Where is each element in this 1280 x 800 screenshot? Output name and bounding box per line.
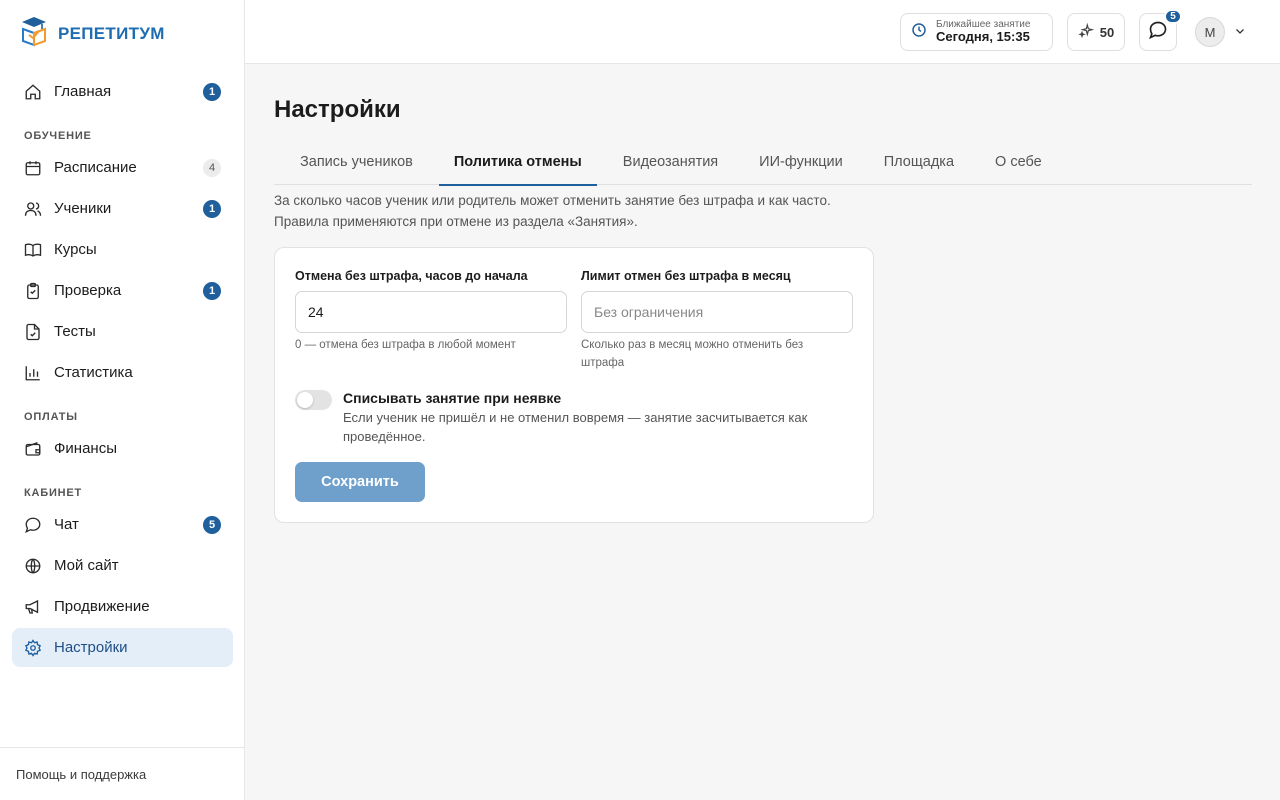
chat-bubble-icon [24,516,42,534]
section-label-cabinet: КАБИНЕТ [24,487,83,499]
logo-text: РЕПЕТИТУМ [58,23,165,43]
count-badge: 4 [203,158,221,177]
book-icon [24,241,42,259]
sidebar-item-site[interactable]: Мой сайт [12,546,233,585]
sidebar-item-courses[interactable]: Курсы [12,230,233,269]
sidebar-item-label: Проверка [54,282,122,299]
tab-about-me[interactable]: О себе [980,138,1057,185]
hours-input[interactable] [295,291,567,333]
sidebar-item-chat[interactable]: Чат 5 [12,505,233,544]
gear-icon [24,638,42,657]
avatar[interactable]: M [1195,17,1225,47]
messages-badge: 5 [1164,9,1182,24]
sidebar-item-finance[interactable]: Финансы [12,429,233,468]
help-support-link[interactable]: Помощь и поддержка [0,747,244,800]
top-bar: Ближайшее занятие Сегодня, 15:35 50 5 M [245,0,1280,64]
save-button[interactable]: Сохранить [295,462,425,502]
sidebar-item-schedule[interactable]: Расписание 4 [12,148,233,187]
section-label-payments: ОПЛАТЫ [24,411,78,423]
sidebar-item-review[interactable]: Проверка 1 [12,271,233,310]
users-icon [24,200,42,218]
sidebar-item-label: Мой сайт [54,557,119,574]
sidebar-item-label: Статистика [54,364,133,381]
next-lesson-time: Сегодня, 15:35 [936,29,1030,45]
limit-hint: Сколько раз в месяц можно отменить без ш… [581,339,804,369]
chat-bubble-icon [1148,20,1168,45]
sparkles-icon [1078,22,1095,42]
sidebar-item-students[interactable]: Ученики 1 [12,189,233,228]
tab-cancellation-policy[interactable]: Политика отмены [438,138,597,186]
toggle-knob [297,392,313,408]
sidebar-item-label: Финансы [54,440,117,457]
section-description: За сколько часов ученик или родитель мож… [274,190,831,232]
tab-platform[interactable]: Площадка [869,138,969,185]
notification-badge: 1 [203,281,221,300]
messages-button[interactable]: 5 [1139,9,1182,51]
globe-icon [24,557,42,575]
clock-icon [911,22,927,43]
clipboard-check-icon [24,282,42,300]
sidebar-item-label: Чат [54,516,79,533]
logo-icon [20,15,48,52]
hours-hint: 0 — отмена без штрафа в любой момент [295,339,516,351]
cancellation-policy-card: Отмена без штрафа, часов до начала 0 — о… [274,247,874,523]
sidebar-item-stats[interactable]: Статистика [12,353,233,392]
noshow-toggle[interactable] [295,390,332,410]
home-icon [24,83,42,101]
sidebar-item-label: Ученики [54,200,112,217]
noshow-description: Если ученик не пришёл и не отменил вовре… [343,410,808,444]
sidebar-item-home[interactable]: Главная 1 [12,72,233,111]
noshow-title: Списывать занятие при неявке [343,390,562,406]
tab-enrollment[interactable]: Запись учеников [285,138,428,185]
description-line-1: За сколько часов ученик или родитель мож… [274,193,831,208]
hours-field-label: Отмена без штрафа, часов до начала [295,269,528,283]
section-label-learning: ОБУЧЕНИЕ [24,130,92,142]
sidebar-item-label: Продвижение [54,598,150,615]
sidebar-item-label: Расписание [54,159,137,176]
points-button[interactable]: 50 [1067,13,1125,51]
chevron-down-icon[interactable] [1233,24,1247,38]
sidebar-item-tests[interactable]: Тесты [12,312,233,351]
tab-video-lessons[interactable]: Видеозанятия [608,138,733,185]
tab-ai-features[interactable]: ИИ-функции [744,138,858,185]
calendar-icon [24,159,42,177]
wallet-icon [24,440,42,458]
limit-input[interactable] [581,291,853,333]
logo[interactable]: РЕПЕТИТУМ [20,15,165,52]
bar-chart-icon [24,364,42,382]
settings-tabs: Запись учеников Политика отмены Видеозан… [274,138,1252,186]
notification-badge: 1 [203,199,221,218]
page-title: Настройки [274,96,401,123]
file-check-icon [24,323,42,341]
sidebar-item-settings[interactable]: Настройки [12,628,233,667]
sidebar-item-label: Настройки [54,639,128,656]
points-count: 50 [1099,24,1115,40]
sidebar-item-label: Тесты [54,323,96,340]
limit-field-label: Лимит отмен без штрафа в месяц [581,269,791,283]
description-line-2: Правила применяются при отмене из раздел… [274,214,638,229]
sidebar-item-label: Главная [54,83,112,100]
next-lesson-button[interactable]: Ближайшее занятие Сегодня, 15:35 [900,13,1053,51]
notification-badge: 5 [203,515,221,534]
sidebar-item-promo[interactable]: Продвижение [12,587,233,626]
sidebar-nav: Главная 1 ОБУЧЕНИЕ Расписание 4 Ученики … [12,72,233,669]
megaphone-icon [24,598,42,616]
notification-badge: 1 [203,82,221,101]
sidebar-item-label: Курсы [54,241,97,258]
sidebar: РЕПЕТИТУМ Главная 1 ОБУЧЕНИЕ Расписание … [0,0,245,800]
